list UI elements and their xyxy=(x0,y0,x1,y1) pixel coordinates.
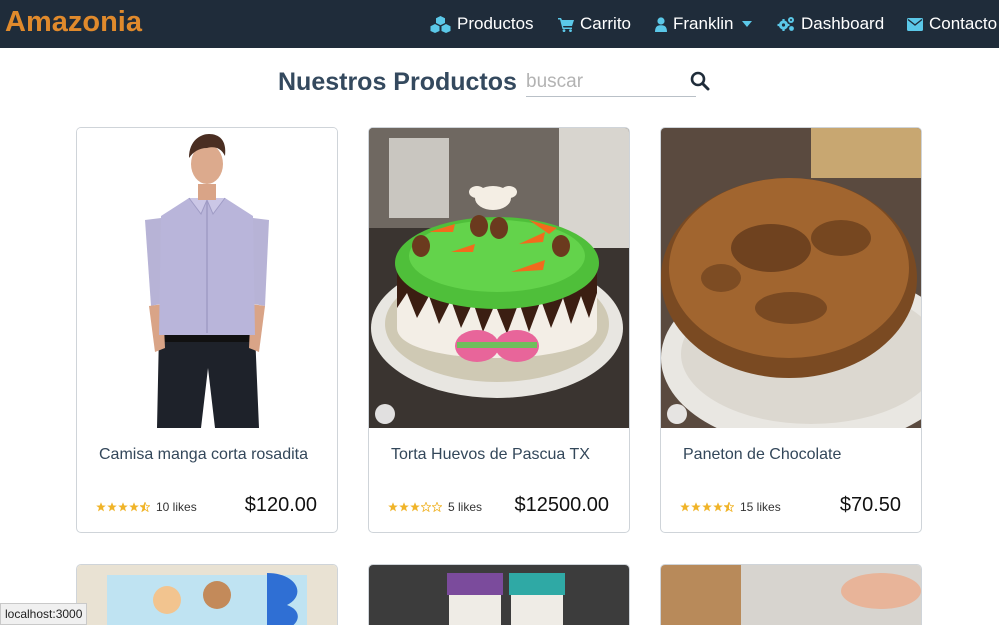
product-rating: 10 likes xyxy=(96,500,197,514)
star-full-icon xyxy=(680,502,690,512)
star-full-icon xyxy=(129,502,139,512)
product-image-paneton[interactable] xyxy=(661,128,921,428)
rating-stars xyxy=(388,502,443,512)
star-full-icon xyxy=(399,502,409,512)
search-button[interactable] xyxy=(690,71,712,93)
likes-count: 5 likes xyxy=(448,500,483,514)
product-price: $12500.00 xyxy=(514,494,609,516)
nav-user-label: Franklin xyxy=(673,14,734,33)
product-card[interactable] xyxy=(368,564,630,625)
search-input[interactable] xyxy=(526,68,686,95)
product-image-toys[interactable] xyxy=(77,565,337,625)
star-full-icon xyxy=(107,502,117,512)
product-name[interactable]: Torta Huevos de Pascua TX xyxy=(391,446,590,464)
chevron-down-icon xyxy=(742,21,753,27)
product-card[interactable]: Camisa manga corta rosadita 10 likes $12… xyxy=(76,127,338,533)
nav-carrito[interactable]: Carrito xyxy=(558,13,631,35)
brand-logo[interactable]: Amazonia xyxy=(5,6,142,39)
star-half-icon xyxy=(140,502,150,512)
product-image-cake[interactable] xyxy=(369,128,629,428)
nav-dashboard[interactable]: Dashboard xyxy=(777,13,884,35)
product-image-shirt[interactable] xyxy=(77,128,337,428)
star-full-icon xyxy=(713,502,723,512)
nav-carrito-label: Carrito xyxy=(580,14,632,33)
nav-user-menu[interactable]: Franklin xyxy=(655,13,753,35)
product-name[interactable]: Camisa manga corta rosadita xyxy=(99,446,308,464)
nav-contacto-label: Contacto xyxy=(929,14,998,33)
product-rating: 5 likes xyxy=(388,500,482,514)
top-navbar: Amazonia Productos Carrito Franklin Dash… xyxy=(0,0,999,48)
cubes-icon xyxy=(430,15,451,33)
product-card[interactable] xyxy=(660,564,922,625)
likes-count: 10 likes xyxy=(156,500,197,514)
search-box xyxy=(526,68,696,97)
likes-count: 15 likes xyxy=(740,500,781,514)
product-card[interactable] xyxy=(76,564,338,625)
product-image-baby[interactable] xyxy=(661,565,921,625)
user-icon xyxy=(655,16,667,32)
product-card[interactable]: Paneton de Chocolate 15 likes $70.50 xyxy=(660,127,922,533)
product-rating: 15 likes xyxy=(680,500,781,514)
star-empty-icon xyxy=(421,502,431,512)
envelope-icon xyxy=(907,17,923,31)
star-full-icon xyxy=(410,502,420,512)
rating-stars xyxy=(680,502,735,512)
star-full-icon xyxy=(118,502,128,512)
browser-status-url: localhost:3000 xyxy=(0,603,88,625)
page-title: Nuestros Productos xyxy=(278,68,517,96)
nav-dashboard-label: Dashboard xyxy=(801,14,885,33)
product-image-jars[interactable] xyxy=(369,565,629,625)
cogs-icon xyxy=(777,16,795,32)
rating-stars xyxy=(96,502,151,512)
product-price: $120.00 xyxy=(244,494,317,516)
star-full-icon xyxy=(96,502,106,512)
product-price: $70.50 xyxy=(839,494,901,516)
star-half-icon xyxy=(724,502,734,512)
products-header: Nuestros Productos xyxy=(0,64,999,100)
star-full-icon xyxy=(388,502,398,512)
search-icon xyxy=(690,71,710,91)
nav-contacto[interactable]: Contacto xyxy=(907,13,997,35)
nav-productos-label: Productos xyxy=(457,14,534,33)
product-card[interactable]: Torta Huevos de Pascua TX 5 likes $12500… xyxy=(368,127,630,533)
product-name[interactable]: Paneton de Chocolate xyxy=(683,446,841,464)
nav-productos[interactable]: Productos xyxy=(430,13,534,35)
shopping-cart-icon xyxy=(558,17,574,32)
star-empty-icon xyxy=(432,502,442,512)
star-full-icon xyxy=(702,502,712,512)
star-full-icon xyxy=(691,502,701,512)
